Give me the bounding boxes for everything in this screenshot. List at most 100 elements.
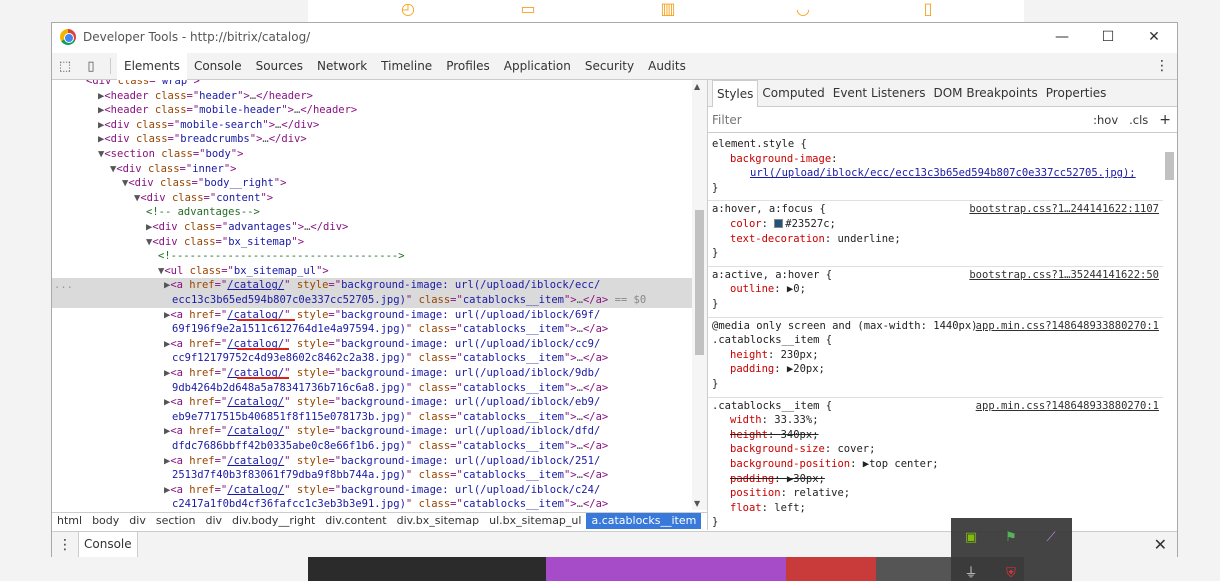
scroll-down-icon[interactable]: ▼ xyxy=(694,499,700,508)
breadcrumb-item[interactable]: body xyxy=(87,513,124,529)
dom-node[interactable]: ▶<div class="advantages">…</div> xyxy=(52,220,692,235)
flag-icon[interactable]: ⚑ xyxy=(999,526,1023,550)
dom-node[interactable]: ▼<div class="bx_sitemap"> xyxy=(52,235,692,250)
tab-event-listeners[interactable]: Event Listeners xyxy=(829,80,930,107)
rule-source-link[interactable]: bootstrap.css?1…35244141622:50 xyxy=(969,268,1159,283)
tab-security[interactable]: Security xyxy=(578,53,641,80)
drawer-menu-icon[interactable]: ⋮ xyxy=(52,537,78,553)
catalog-link[interactable]: /catalog/ xyxy=(227,455,284,467)
dom-node[interactable]: ▼<ul class="bx_sitemap_ul"> xyxy=(52,264,692,279)
tab-elements[interactable]: Elements xyxy=(117,52,187,80)
dom-node[interactable]: ▼<section class="body"> xyxy=(52,147,692,162)
item-node[interactable]: ▶<a href="/catalog/" style="background-i… xyxy=(52,278,692,293)
dom-node[interactable]: ▶<header class="header">…</header> xyxy=(52,89,692,104)
breadcrumb-item[interactable]: div.bx_sitemap xyxy=(392,513,485,529)
breadcrumb-item[interactable]: div.content xyxy=(320,513,391,529)
node-token: class xyxy=(154,89,187,102)
item-node[interactable]: ▶<a href="/catalog/" style="background-i… xyxy=(52,308,692,323)
dom-node[interactable]: ▶<header class="mobile-header">…</header… xyxy=(52,103,692,118)
feather-icon[interactable]: ⟋ xyxy=(1039,526,1063,550)
tab-computed[interactable]: Computed xyxy=(758,80,828,107)
styles-scrollbar[interactable] xyxy=(1162,134,1177,530)
item-node[interactable]: ▶<a href="/catalog/" style="background-i… xyxy=(52,366,692,381)
cls-toggle[interactable]: .cls xyxy=(1129,113,1148,127)
tab-profiles[interactable]: Profiles xyxy=(439,53,497,80)
node-token: "> xyxy=(563,469,577,482)
item-node[interactable]: ▶<a href="/catalog/" style="background-i… xyxy=(52,395,692,410)
tab-application[interactable]: Application xyxy=(497,53,578,80)
item-node[interactable]: ▶<a href="/catalog/" style="background-i… xyxy=(52,337,692,352)
scroll-thumb[interactable] xyxy=(1165,152,1174,180)
maximize-button[interactable]: ☐ xyxy=(1085,23,1131,51)
tab-console[interactable]: Console xyxy=(78,532,138,557)
catalog-link[interactable]: /catalog/ xyxy=(227,279,284,291)
node-token: <a xyxy=(170,425,190,438)
css-property[interactable]: background-position: ▶top center; xyxy=(712,457,1163,472)
css-property[interactable]: outline: ▶0; xyxy=(712,282,1163,297)
hov-toggle[interactable]: :hov xyxy=(1093,113,1118,127)
property-value[interactable]: url(/upload/iblock/ecc/ecc13c3b65ed594b8… xyxy=(750,167,1136,179)
dom-node[interactable]: <!------------------------------------> xyxy=(52,249,692,264)
tab-properties[interactable]: Properties xyxy=(1042,80,1111,107)
css-property[interactable]: height: 230px; xyxy=(712,348,1163,363)
tab-audits[interactable]: Audits xyxy=(641,53,693,80)
dom-node[interactable]: ▼<div class="content"> xyxy=(52,191,692,206)
rule-source-link[interactable]: bootstrap.css?1…244141622:1107 xyxy=(969,202,1159,217)
css-property[interactable]: padding: ▶20px; xyxy=(712,362,1163,377)
node-token: class xyxy=(418,440,451,452)
css-property[interactable]: url(/upload/iblock/ecc/ecc13c3b65ed594b8… xyxy=(712,166,1163,181)
breadcrumb-item[interactable]: div xyxy=(200,513,227,529)
filter-input[interactable] xyxy=(712,112,992,127)
scroll-up-icon[interactable]: ▲ xyxy=(694,82,700,91)
css-property[interactable]: width: 33.33%; xyxy=(712,413,1163,428)
catalog-link[interactable]: /catalog/ xyxy=(227,484,284,496)
tab-console[interactable]: Console xyxy=(187,53,249,80)
nvidia-icon[interactable]: ▣ xyxy=(959,526,983,550)
dom-node[interactable]: ▼<div class="inner"> xyxy=(52,162,692,177)
dom-node[interactable]: ▶<div class="breadcrumbs">…</div> xyxy=(52,132,692,147)
scroll-thumb[interactable] xyxy=(695,210,704,355)
css-property[interactable]: height: 340px; xyxy=(712,428,1163,443)
add-rule-button[interactable]: + xyxy=(1159,112,1171,128)
item-node[interactable]: ▶<a href="/catalog/" style="background-i… xyxy=(52,424,692,439)
rule-source-link[interactable]: app.min.css?148648933880270:1 xyxy=(976,399,1159,414)
close-drawer-icon[interactable]: ✕ xyxy=(1154,535,1167,554)
css-property[interactable]: color: #23527c; xyxy=(712,217,1163,232)
css-property[interactable]: padding: ▶30px; xyxy=(712,472,1163,487)
color-swatch[interactable] xyxy=(774,219,784,229)
tab-sources[interactable]: Sources xyxy=(249,53,310,80)
breadcrumb-item[interactable]: html xyxy=(52,513,87,529)
item-node[interactable]: ▶<a href="/catalog/" style="background-i… xyxy=(52,454,692,469)
tab-styles[interactable]: Styles xyxy=(712,79,759,107)
css-property[interactable]: background-image: xyxy=(712,152,1163,167)
tab-timeline[interactable]: Timeline xyxy=(374,53,439,80)
catalog-link[interactable]: /catalog/ xyxy=(227,396,284,408)
catalog-link[interactable]: /catalog/ xyxy=(227,425,284,437)
rule-source-link[interactable]: app.min.css?148648933880270:1 xyxy=(976,319,1159,334)
elements-scrollbar[interactable]: ▲ ▼ xyxy=(692,80,707,510)
tab-dom-breakpoints[interactable]: DOM Breakpoints xyxy=(929,80,1041,107)
usb-icon[interactable]: ⏚ xyxy=(959,562,983,586)
more-options-icon[interactable]: ⋮ xyxy=(1155,53,1169,80)
device-toolbar-icon[interactable]: ▯ xyxy=(78,59,104,74)
breadcrumb-item[interactable]: section xyxy=(151,513,201,529)
shield-icon[interactable]: ⛨ xyxy=(999,562,1023,586)
item-node[interactable]: ▶<a href="/catalog/" style="background-i… xyxy=(52,483,692,498)
tab-network[interactable]: Network xyxy=(310,53,374,80)
dom-node[interactable]: <!-- advantages--> xyxy=(52,205,692,220)
close-window-button[interactable]: ✕ xyxy=(1131,23,1177,51)
css-property[interactable]: text-decoration: underline; xyxy=(712,232,1163,247)
breadcrumb-item[interactable]: div xyxy=(124,513,151,529)
dom-node[interactable]: ▶<div class="mobile-search">…</div> xyxy=(52,118,692,133)
css-property[interactable]: background-size: cover; xyxy=(712,442,1163,457)
dom-node[interactable]: ▼<div class="body__right"> xyxy=(52,176,692,191)
dom-node[interactable]: <div class="wrap"> xyxy=(52,80,692,89)
breadcrumb-item[interactable]: a.catablocks__item xyxy=(586,513,702,529)
inspect-element-icon[interactable]: ⬚ xyxy=(52,59,78,74)
css-property[interactable]: position: relative; xyxy=(712,486,1163,501)
node-token: catablocks__item xyxy=(462,410,564,423)
css-property[interactable]: float: left; xyxy=(712,501,1163,516)
breadcrumb-item[interactable]: ul.bx_sitemap_ul xyxy=(484,513,586,529)
minimize-button[interactable]: — xyxy=(1039,23,1085,51)
breadcrumb-item[interactable]: div.body__right xyxy=(227,513,320,529)
